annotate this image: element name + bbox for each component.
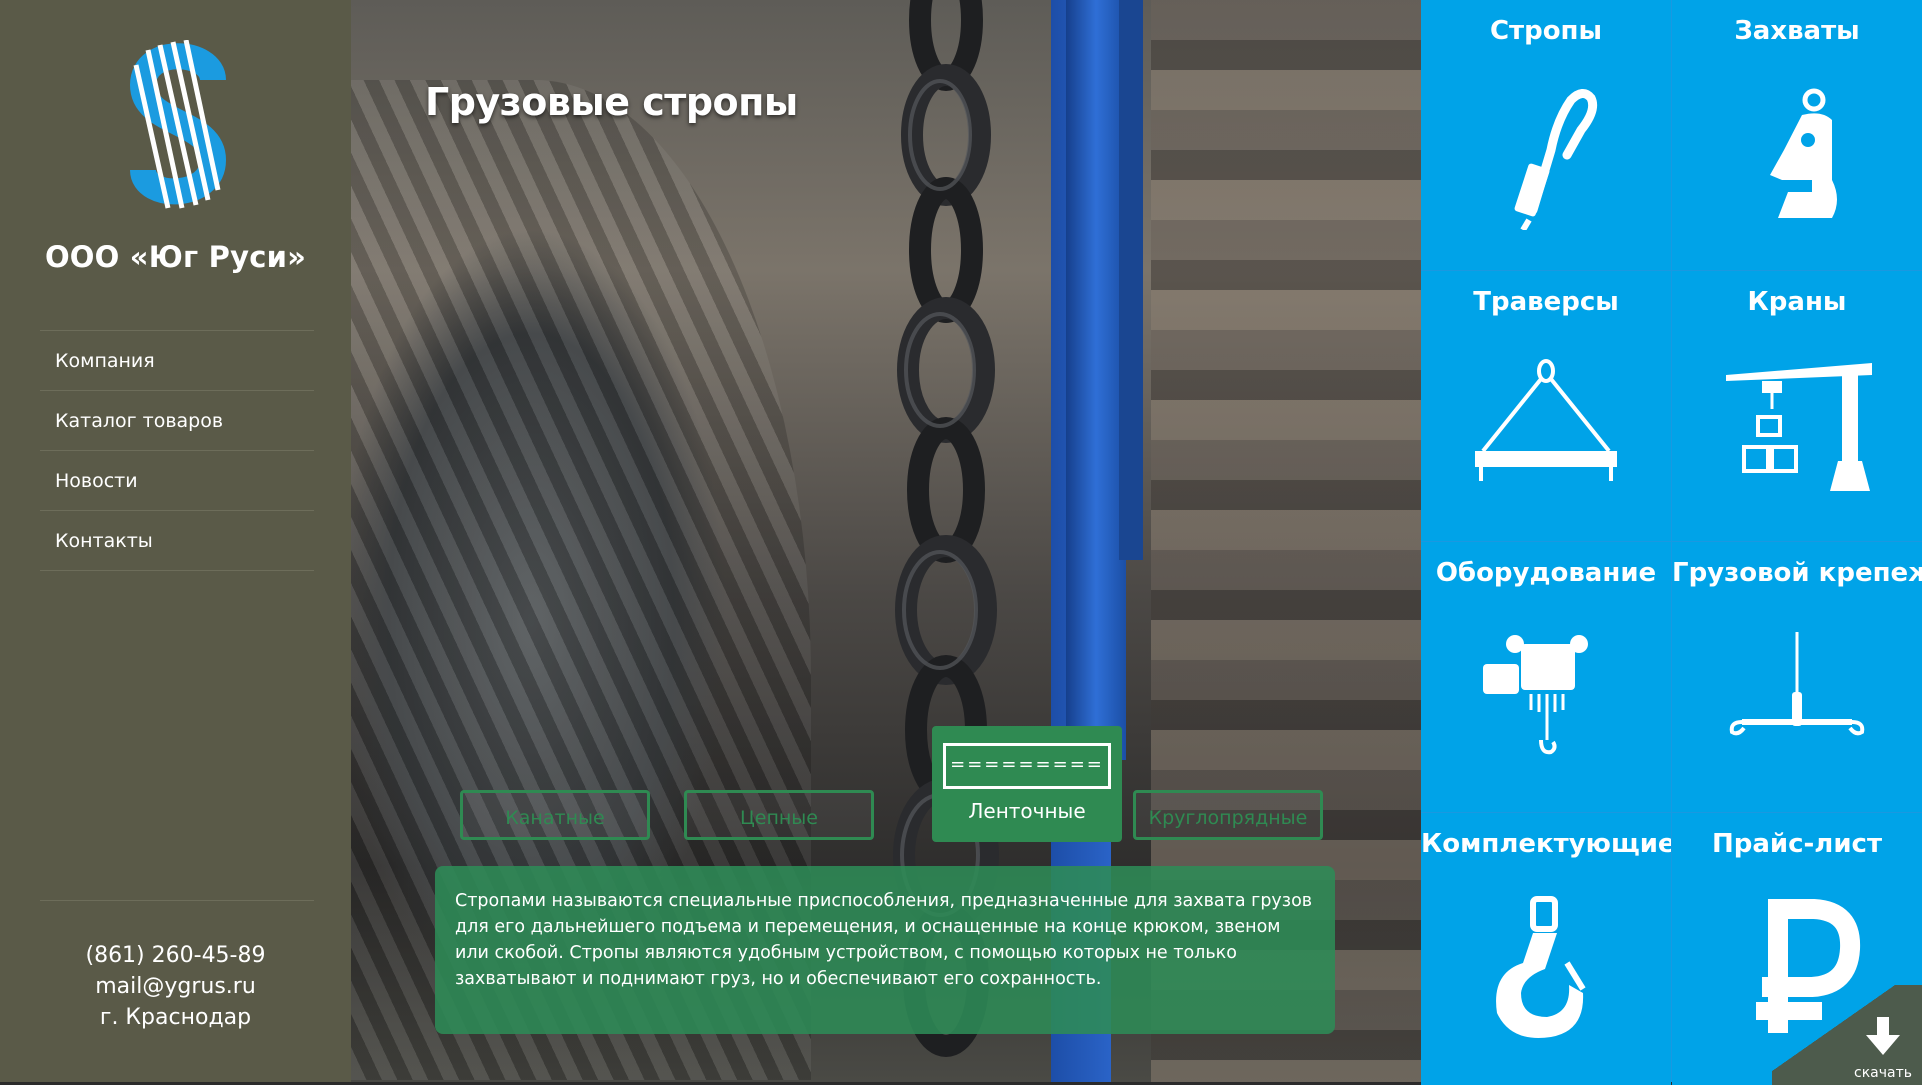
- beam-icon: [1475, 359, 1617, 481]
- tile-cargo-fastening-label: Грузовой крепеж: [1672, 558, 1922, 588]
- contacts-divider: [40, 900, 314, 901]
- textile-band-icon: =========: [943, 743, 1111, 789]
- tile-traverses-label: Траверсы: [1473, 287, 1619, 317]
- hook-icon: [1496, 896, 1586, 1038]
- phone-number[interactable]: (861) 260-45-89: [0, 940, 351, 971]
- sling-icon: [1514, 89, 1598, 230]
- tab-rope-slings[interactable]: Канатные: [460, 790, 650, 840]
- tile-components-label: Комплектующие: [1421, 829, 1671, 859]
- blue-column-background: [1066, 0, 1126, 760]
- category-tiles: Стропы Захваты Траверсы Краны Оборудован…: [1421, 0, 1922, 1085]
- tab-round-slings[interactable]: Круглопрядные: [1133, 790, 1323, 840]
- tile-cranes[interactable]: Краны: [1672, 271, 1922, 541]
- nav-item-catalog[interactable]: Каталог товаров: [40, 391, 314, 451]
- hero-banner: Грузовые стропы Канатные Цепные ========…: [351, 0, 1421, 1082]
- tile-cargo-fastening[interactable]: Грузовой крепеж: [1672, 542, 1922, 812]
- page-title: Грузовые стропы: [425, 80, 798, 124]
- tab-chain-slings[interactable]: Цепные: [684, 790, 874, 840]
- tile-clamps[interactable]: Захваты: [1672, 0, 1922, 270]
- tile-components[interactable]: Комплектующие: [1421, 813, 1671, 1085]
- tile-clamps-label: Захваты: [1734, 16, 1860, 46]
- sling-type-tabs: Канатные Цепные ========= Ленточные Круг…: [460, 726, 1323, 846]
- city-label: г. Краснодар: [99, 1005, 252, 1030]
- ratchet-icon: [1729, 632, 1865, 736]
- hoist-icon: [1483, 635, 1588, 755]
- tile-slings[interactable]: Стропы: [1421, 0, 1671, 270]
- sidebar: ООО «Юг Руси» Компания Каталог товаров Н…: [0, 0, 351, 1082]
- main-nav: Компания Каталог товаров Новости Контакт…: [40, 330, 314, 571]
- blue-column-background-2: [1119, 0, 1143, 560]
- rope-dollar-logo-icon[interactable]: [118, 40, 238, 210]
- tab-textile-slings-label: Ленточные: [968, 799, 1086, 823]
- tile-traverses[interactable]: Траверсы: [1421, 271, 1671, 541]
- download-label[interactable]: скачать: [1854, 1065, 1912, 1081]
- email-link[interactable]: mail@ygrus.ru: [0, 971, 351, 1002]
- tile-cranes-label: Краны: [1747, 287, 1847, 317]
- contacts-block: (861) 260-45-89 mail@ygrus.ru г. Краснод…: [0, 940, 351, 1033]
- clamp-icon: [1770, 88, 1837, 218]
- tab-textile-slings[interactable]: ========= Ленточные: [932, 726, 1122, 842]
- nav-item-company[interactable]: Компания: [40, 331, 314, 391]
- nav-item-news[interactable]: Новости: [40, 451, 314, 511]
- nav-item-contacts[interactable]: Контакты: [40, 511, 314, 571]
- tile-slings-label: Стропы: [1489, 16, 1603, 46]
- company-name: ООО «Юг Руси»: [44, 240, 307, 274]
- tile-price-list[interactable]: Прайс-лист скачать: [1672, 813, 1922, 1085]
- tile-equipment-label: Оборудование: [1435, 558, 1657, 588]
- crane-icon: [1726, 363, 1872, 491]
- download-arrow-icon[interactable]: [1866, 1017, 1900, 1057]
- tile-price-list-label: Прайс-лист: [1711, 829, 1883, 859]
- description-panel: Стропами называются специальные приспосо…: [435, 866, 1335, 1034]
- tile-equipment[interactable]: Оборудование: [1421, 542, 1671, 812]
